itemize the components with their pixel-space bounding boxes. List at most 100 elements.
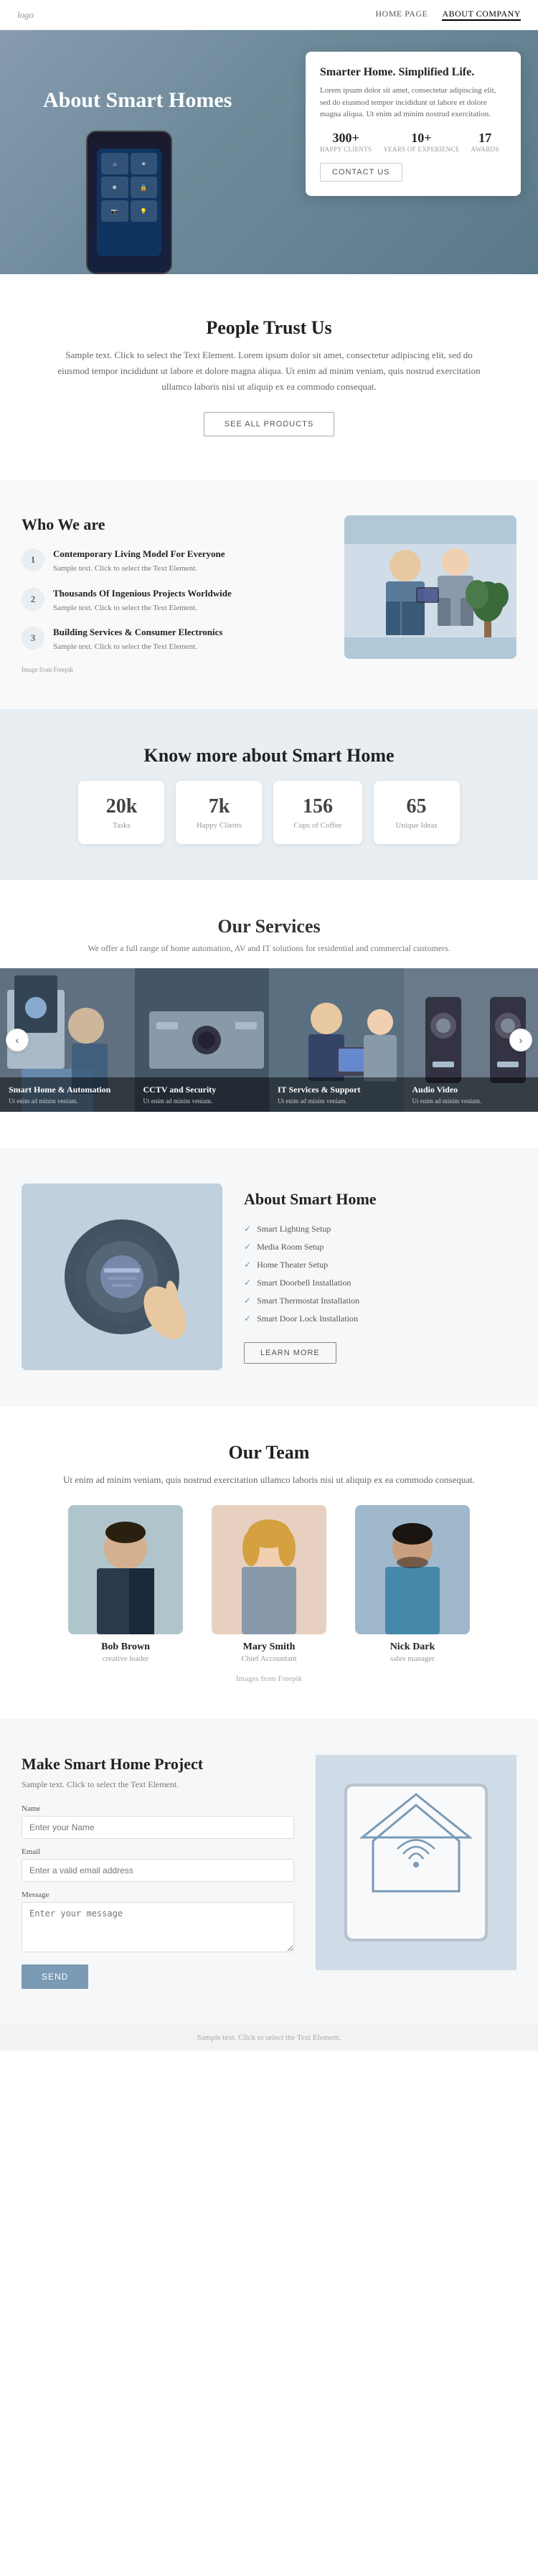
team-title: Our Team: [22, 1442, 516, 1463]
knowmore-section: Know more about Smart Home 20k Tasks 7k …: [0, 709, 538, 880]
form-input-name[interactable]: [22, 1816, 294, 1839]
footer-bar: Sample text. Click to select the Text El…: [0, 2025, 538, 2051]
nav-link-about[interactable]: ABOUT COMPANY: [442, 9, 521, 21]
footer-text: Sample text. Click to select the Text El…: [197, 2033, 341, 2042]
hero-stat-num-3: 17: [471, 131, 499, 146]
team-subtitle: Ut enim ad minim veniam, quis nostrud ex…: [54, 1472, 484, 1488]
team-photo-bob: [68, 1505, 183, 1634]
who-icon-2: 2: [22, 588, 44, 611]
contact-form: Name Email Message SEND: [22, 1804, 294, 1989]
team-card-bob: Bob Brown creative leader: [61, 1505, 190, 1663]
form-group-message: Message: [22, 1891, 294, 1956]
stat-label-3: Cups of Coffee: [293, 821, 341, 830]
stat-label-1: Tasks: [98, 821, 144, 830]
carousel-left-arrow[interactable]: ‹: [6, 1029, 29, 1052]
form-group-email: Email: [22, 1847, 294, 1882]
hero-stat-num-1: 300+: [320, 131, 372, 146]
about-illustration: [22, 1184, 222, 1370]
service-desc-4: Ut enim ad minim veniam.: [412, 1097, 530, 1105]
who-image: [344, 515, 516, 659]
team-member-name-nick: Nick Dark: [348, 1641, 477, 1653]
form-label-message: Message: [22, 1891, 294, 1899]
service-name-2: CCTV and Security: [143, 1085, 261, 1095]
team-member-name-mary: Mary Smith: [204, 1641, 334, 1653]
stat-card-1: 20k Tasks: [78, 781, 164, 844]
hero-title-container: About Smart Homes: [43, 88, 232, 113]
about-title: About Smart Home: [244, 1190, 516, 1209]
service-name-4: Audio Video: [412, 1085, 530, 1095]
form-group-name: Name: [22, 1804, 294, 1839]
stat-num-3: 156: [293, 795, 341, 818]
stat-label-2: Happy Clients: [196, 821, 242, 830]
contact-illustration: [316, 1755, 516, 1970]
hero-section: ⌂ ☀ ❄ 🔒 📷 💡 About Smart Homes Smarter Ho…: [0, 30, 538, 274]
hero-card-title: Smarter Home. Simplified Life.: [320, 66, 506, 79]
contact-subtitle: Sample text. Click to select the Text El…: [22, 1779, 294, 1790]
hero-stat-label-2: YEARS OF EXPERIENCE: [383, 146, 459, 153]
about-section: About Smart Home Smart Lighting Setup Me…: [0, 1148, 538, 1406]
team-section: Our Team Ut enim ad minim veniam, quis n…: [0, 1406, 538, 1719]
hero-stat-num-2: 10+: [383, 131, 459, 146]
contact-section: Make Smart Home Project Sample text. Cli…: [0, 1719, 538, 2025]
team-member-role-nick: sales manager: [348, 1654, 477, 1663]
hero-card: Smarter Home. Simplified Life. Lorem ips…: [306, 52, 521, 196]
team-photo-nick: [355, 1505, 470, 1634]
stat-card-4: 65 Unique Ideas: [374, 781, 460, 844]
who-item-text-1: Sample text. Click to select the Text El…: [53, 563, 225, 575]
team-caption: Images from Freepik: [22, 1675, 516, 1683]
hero-stat-3: 17 AWARDS: [471, 131, 499, 153]
who-icon-1: 1: [22, 548, 44, 571]
hero-title: About Smart Homes: [43, 88, 232, 113]
team-card-mary: Mary Smith Chief Accountant: [204, 1505, 334, 1663]
learn-more-button[interactable]: LEARN MORE: [244, 1342, 336, 1364]
about-list-item-3: Home Theater Setup: [244, 1256, 516, 1274]
hero-phone-mockup: ⌂ ☀ ❄ 🔒 📷 💡: [86, 131, 172, 274]
who-icon-3: 3: [22, 627, 44, 650]
hero-stat-1: 300+ HAPPY CLIENTS: [320, 131, 372, 153]
trust-section: People Trust Us Sample text. Click to se…: [0, 274, 538, 479]
stats-grid: 20k Tasks 7k Happy Clients 156 Cups of C…: [22, 781, 516, 844]
stat-num-4: 65: [394, 795, 440, 818]
stat-card-3: 156 Cups of Coffee: [273, 781, 362, 844]
service-desc-1: Ut enim ad minim veniam.: [9, 1097, 126, 1105]
form-input-email[interactable]: [22, 1859, 294, 1882]
team-grid: Bob Brown creative leader Mary Smith Chi…: [22, 1505, 516, 1663]
form-textarea-message[interactable]: [22, 1902, 294, 1952]
nav-links: HOME PAGE ABOUT COMPANY: [375, 9, 521, 21]
services-section: Our Services We offer a full range of ho…: [0, 880, 538, 1148]
stat-label-4: Unique Ideas: [394, 821, 440, 830]
about-image: [22, 1184, 222, 1370]
who-title: Who We are: [22, 515, 327, 534]
knowmore-title: Know more about Smart Home: [22, 745, 516, 767]
logo: logo: [17, 9, 34, 21]
carousel-right-arrow[interactable]: ›: [509, 1029, 532, 1052]
services-subtitle: We offer a full range of home automation…: [0, 943, 538, 954]
service-card-3: IT Services & Support Ut enim ad minim v…: [269, 968, 404, 1112]
form-label-name: Name: [22, 1804, 294, 1813]
team-photo-mary: [212, 1505, 326, 1634]
team-member-role-bob: creative leader: [61, 1654, 190, 1663]
hero-stat-2: 10+ YEARS OF EXPERIENCE: [383, 131, 459, 153]
contact-title: Make Smart Home Project: [22, 1755, 294, 1774]
about-list-item-5: Smart Thermostat Installation: [244, 1292, 516, 1310]
stat-num-2: 7k: [196, 795, 242, 818]
nav-link-home[interactable]: HOME PAGE: [375, 9, 428, 21]
about-list: Smart Lighting Setup Media Room Setup Ho…: [244, 1220, 516, 1328]
hero-contact-button[interactable]: CONTACT US: [320, 163, 402, 182]
send-button[interactable]: SEND: [22, 1964, 88, 1989]
hero-card-text: Lorem ipsum dolor sit amet, consectetur …: [320, 85, 506, 121]
who-item-3: 3 Building Services & Consumer Electroni…: [22, 627, 327, 653]
stat-card-2: 7k Happy Clients: [176, 781, 262, 844]
who-item-title-1: Contemporary Living Model For Everyone: [53, 548, 225, 560]
services-title: Our Services: [0, 916, 538, 937]
who-item-text-2: Sample text. Click to select the Text El…: [53, 602, 232, 614]
who-item-title-3: Building Services & Consumer Electronics: [53, 627, 222, 638]
stat-num-1: 20k: [98, 795, 144, 818]
hero-stats: 300+ HAPPY CLIENTS 10+ YEARS OF EXPERIEN…: [320, 131, 506, 153]
who-item-2: 2 Thousands Of Ingenious Projects Worldw…: [22, 588, 327, 614]
see-all-products-button[interactable]: SEE ALL PRODUCTS: [204, 412, 334, 436]
trust-text: Sample text. Click to select the Text El…: [54, 347, 484, 395]
who-section: Who We are 1 Contemporary Living Model F…: [0, 479, 538, 709]
team-member-name-bob: Bob Brown: [61, 1641, 190, 1653]
about-list-item-1: Smart Lighting Setup: [244, 1220, 516, 1238]
